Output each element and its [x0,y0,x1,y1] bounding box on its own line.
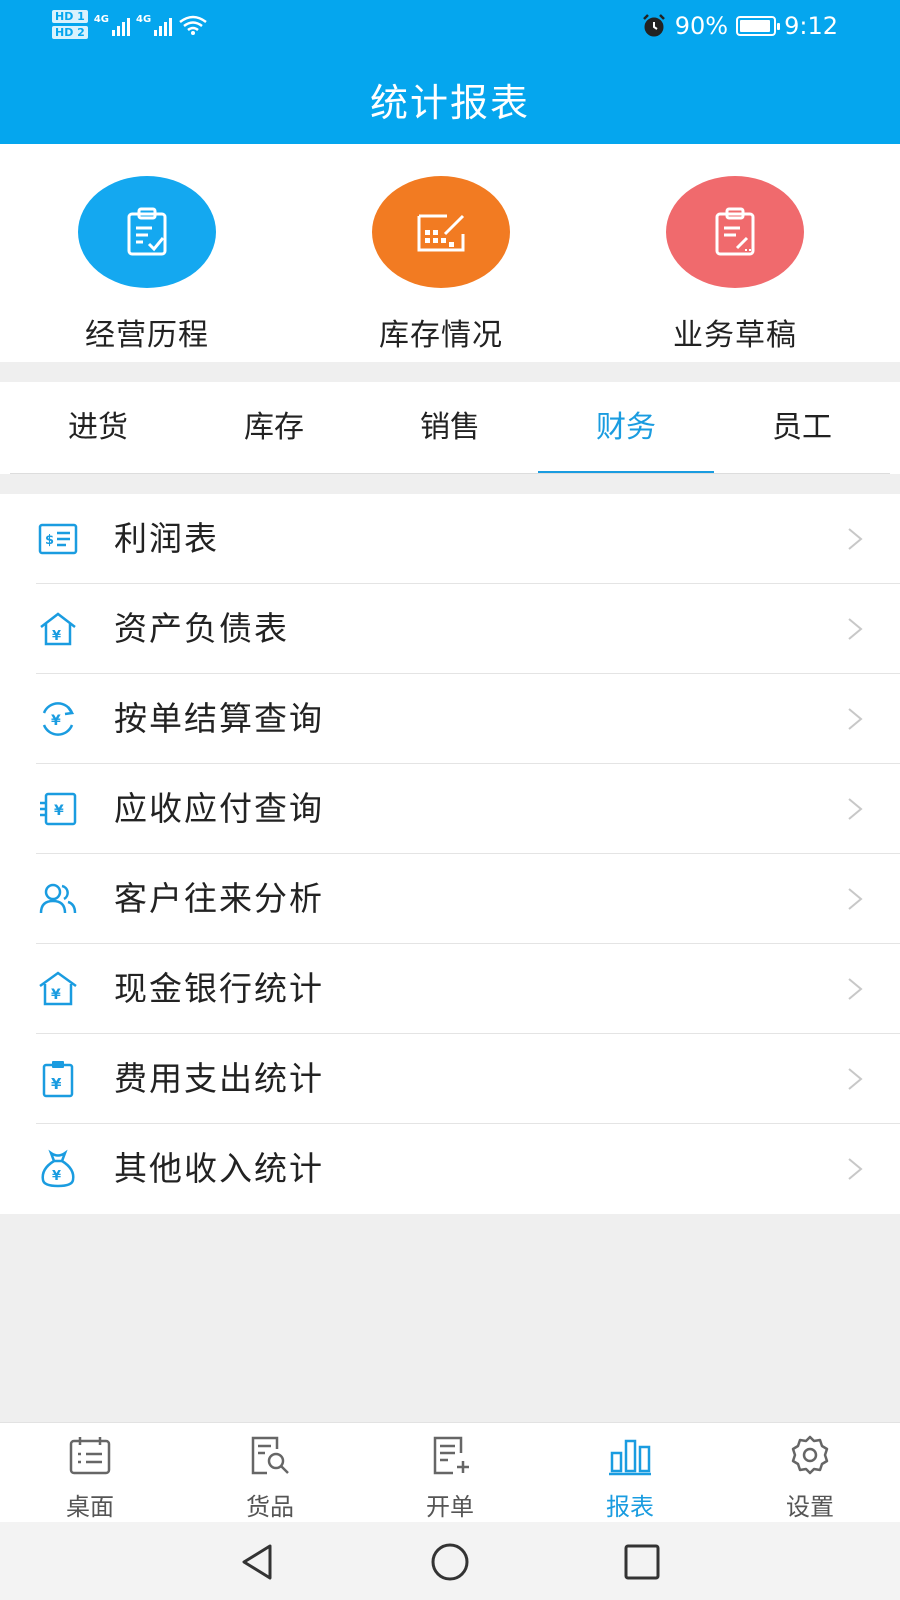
list-item-cash-bank[interactable]: ¥ 现金银行统计 [0,944,900,1034]
tab-purchase[interactable]: 进货 [10,382,186,474]
list-item-settlement-query[interactable]: ¥ 按单结算查询 [0,674,900,764]
finance-report-list: $ 利润表 ¥ 资产负债表 ¥ 按单结算查询 ¥ 应收应付查询 客户往来分析 ¥… [0,494,900,1214]
inventory-chart-icon [372,176,510,288]
nav-reports[interactable]: 报表 [570,1433,690,1522]
svg-text:¥: ¥ [54,803,64,819]
nav-label: 开单 [426,1493,474,1521]
tabs-divider [10,473,890,474]
svg-text:¥: ¥ [52,629,61,644]
list-item-profit-statement[interactable]: $ 利润表 [0,494,900,584]
tab-finance[interactable]: 财务 [538,382,714,474]
svg-text:¥: ¥ [51,713,61,729]
signal-1-icon: 4G [94,14,130,36]
tab-stock[interactable]: 库存 [186,382,362,474]
back-icon[interactable] [236,1540,280,1584]
svg-text:¥: ¥ [51,987,61,1003]
page-title: 统计报表 [369,81,530,125]
nav-settings[interactable]: 设置 [750,1433,870,1522]
list-item-label: 应收应付查询 [114,789,324,828]
quick-action-inventory[interactable]: 库存情况 [351,176,531,354]
quick-action-label: 库存情况 [379,318,503,353]
list-item-other-income[interactable]: ¥ 其他收入统计 [0,1124,900,1214]
chevron-right-icon [848,708,863,730]
signal-2-icon: 4G [136,14,173,36]
battery-icon [736,16,781,36]
chevron-right-icon [848,1068,863,1090]
expense-icon: ¥ [42,1061,74,1098]
clock: 9:12 [784,12,838,40]
receivable-payable-icon: ¥ [40,792,77,826]
nav-label: 报表 [606,1493,654,1521]
nav-desktop[interactable]: 桌面 [30,1433,150,1522]
svg-text:$: $ [45,533,54,548]
goods-search-icon [251,1436,289,1475]
svg-text:¥: ¥ [52,1169,61,1184]
tab-sales[interactable]: 销售 [362,382,538,474]
chevron-right-icon [848,888,863,910]
tab-staff[interactable]: 员工 [714,382,890,474]
hd1-badge: HD 1 [52,10,88,23]
list-item-label: 按单结算查询 [114,699,324,738]
hd-indicators: HD 1 HD 2 [52,10,88,39]
list-item-expense-stats[interactable]: ¥ 费用支出统计 [0,1034,900,1124]
quick-actions: 经营历程 库存情况 业务草稿 [0,144,900,362]
system-nav-bar [0,1522,900,1600]
clipboard-edit-icon [666,176,804,288]
profit-statement-icon: $ [38,523,78,555]
chevron-right-icon [848,798,863,820]
status-bar-right: 90% 9:12 [641,12,838,40]
wifi-icon [179,15,207,35]
bank-icon: ¥ [39,971,77,1006]
list-item-receivable-payable[interactable]: ¥ 应收应付查询 [0,764,900,854]
nav-label: 货品 [246,1493,294,1521]
report-chart-icon [609,1439,651,1476]
nav-goods[interactable]: 货品 [210,1433,330,1522]
battery-percent: 90% [674,12,729,40]
list-item-balance-sheet[interactable]: ¥ 资产负债表 [0,584,900,674]
settlement-query-icon: ¥ [42,702,75,736]
quick-action-business-history[interactable]: 经营历程 [57,176,237,354]
clipboard-check-icon [78,176,216,288]
quick-action-drafts[interactable]: 业务草稿 [645,176,825,354]
nav-label: 桌面 [66,1493,114,1521]
list-item-label: 费用支出统计 [114,1059,324,1098]
list-item-label: 现金银行统计 [114,969,324,1008]
chevron-right-icon [848,618,863,640]
nav-new-order[interactable]: 开单 [390,1433,510,1522]
list-item-label: 客户往来分析 [114,879,324,918]
balance-sheet-icon: ¥ [40,612,76,646]
list-item-label: 其他收入统计 [114,1149,324,1188]
desktop-icon [69,1437,111,1475]
list-item-customer-analysis[interactable]: 客户往来分析 [0,854,900,944]
quick-action-label: 业务草稿 [673,318,797,353]
app-header: HD 1 HD 2 4G 4G 90% 9:12 统计报表 [0,0,900,144]
svg-text:¥: ¥ [51,1075,62,1093]
report-tabs: 进货 库存 销售 财务 员工 [0,382,900,474]
alarm-icon [642,14,665,37]
quick-action-label: 经营历程 [85,318,209,353]
status-bar: HD 1 HD 2 4G 4G 90% 9:12 [0,0,900,56]
new-order-icon [433,1436,469,1475]
chevron-right-icon [848,978,863,1000]
recent-apps-icon[interactable] [620,1540,664,1584]
nav-label: 设置 [786,1493,834,1521]
home-icon[interactable] [428,1540,472,1584]
chevron-right-icon [848,528,863,550]
list-item-label: 利润表 [114,519,219,558]
settings-gear-icon [791,1435,829,1475]
chevron-right-icon [848,1158,863,1180]
hd2-badge: HD 2 [52,26,88,39]
list-item-label: 资产负债表 [114,609,289,648]
customers-icon [39,883,77,914]
money-bag-icon: ¥ [41,1149,75,1188]
status-bar-left: HD 1 HD 2 4G 4G [52,10,208,39]
bottom-nav: 桌面 货品 开单 报表 设置 [0,1422,900,1522]
